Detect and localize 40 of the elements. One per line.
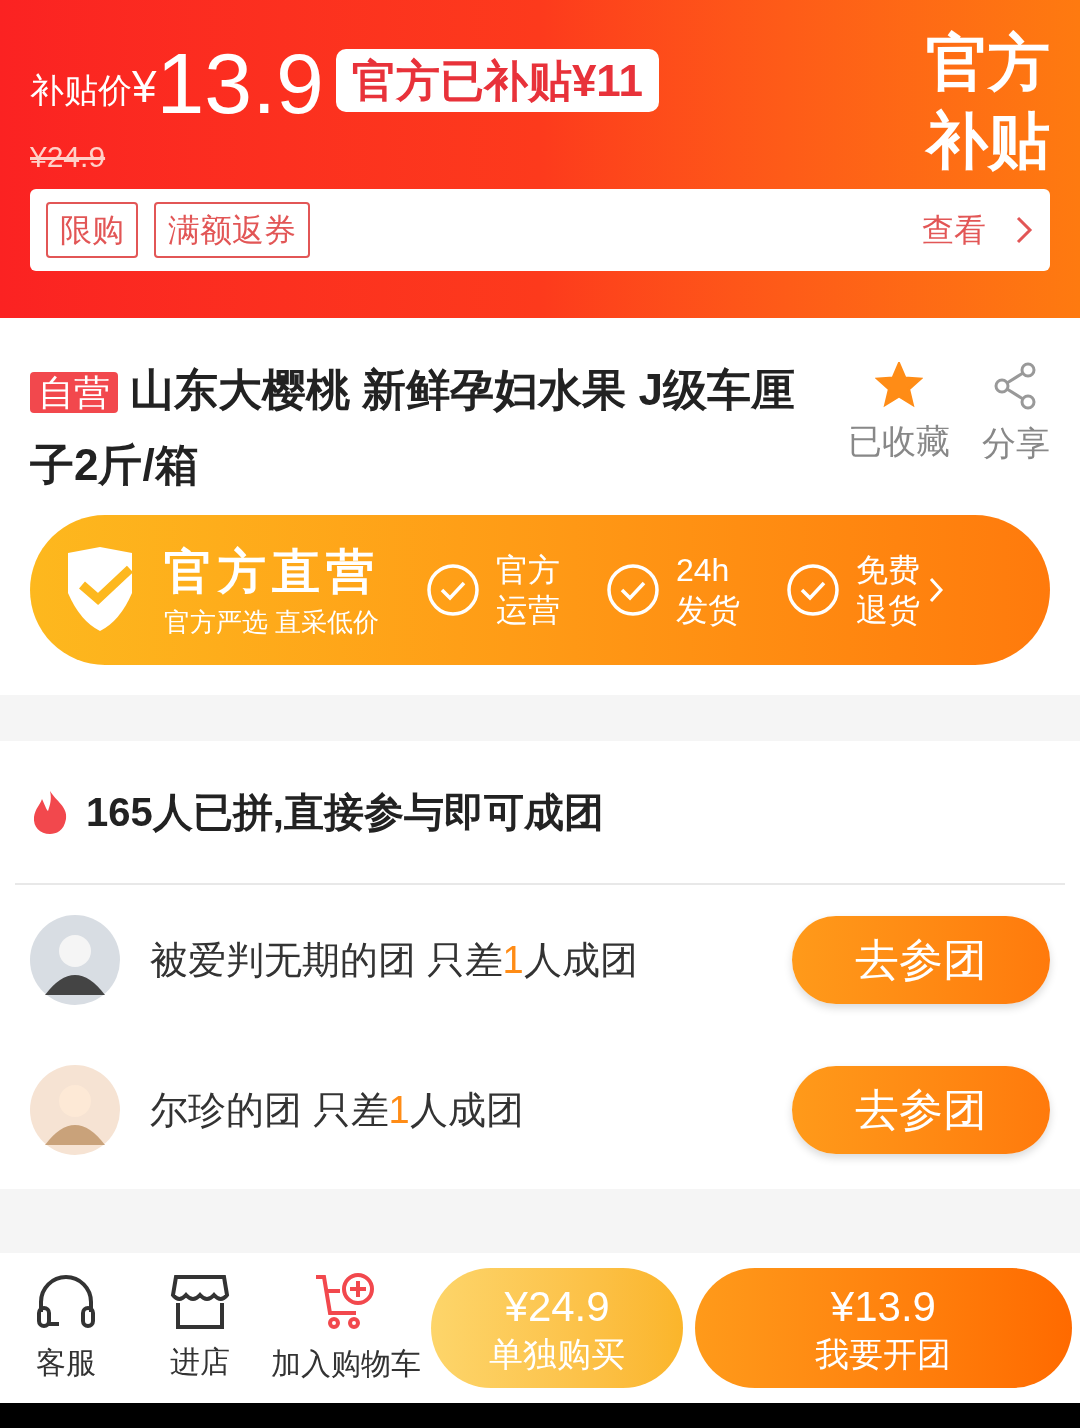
check-circle-icon [426,563,480,617]
join-group-button[interactable]: 去参团 [792,916,1050,1004]
subsidy-amount-badge: 官方已补贴¥11 [335,49,659,112]
store-icon [169,1272,230,1331]
chevron-right-icon [928,576,944,604]
promo-strip[interactable]: 限购 满额返券 查看 [30,189,1050,271]
check-circle-icon [606,563,660,617]
star-icon [875,362,923,408]
guarantee-item-text: 退货 [856,591,920,630]
group-description: 尔珍的团 只差1人成团 [150,1087,525,1133]
promo-tag: 满额返券 [154,202,310,258]
price-label: 补贴价 [30,70,132,111]
guarantee-item-text: 发货 [676,591,740,630]
start-group-button[interactable]: ¥13.9 我要开团 [694,1268,1072,1388]
self-operated-tag: 自营 [30,372,118,413]
guarantee-title: 官方直营 [164,543,380,600]
bottom-action[interactable]: 加入购物车 [267,1270,424,1386]
product-title: 自营 山东大樱桃 新鲜孕妇水果 J级车厘子2斤/箱 [30,364,796,491]
bottom-action[interactable]: 进店 [163,1272,236,1384]
check-circle-icon [786,563,840,617]
original-price: ¥24.9 [30,139,107,175]
share-button[interactable]: 分享 [982,362,1050,515]
guarantee-item-text: 运营 [496,591,560,630]
official-guarantee-bar[interactable]: 官方直营 官方严选 直采低价 官方 运营 24h 发货 免费 退货 [30,515,1050,665]
guarantee-item-text: 免费 [856,551,920,590]
bottom-action[interactable]: 客服 [30,1271,102,1385]
official-subsidy-title: 官方 [926,27,1050,99]
guarantee-item-text: 官方 [496,551,560,590]
official-subsidy-title: 补贴 [926,104,1050,177]
favorite-button[interactable]: 已收藏 [848,362,950,515]
guarantee-item-text: 24h [676,551,731,590]
group-description: 被爱判无期的团 只差1人成团 [150,937,639,983]
chevron-right-icon [1014,215,1034,245]
subsidy-price: 13.9 [156,40,324,126]
view-link[interactable]: 查看 [922,206,986,254]
guarantee-subtitle: 官方严选 直采低价 [164,605,380,639]
group-headline: 165人已拼,直接参与即可成团 [86,789,604,836]
promo-tag: 限购 [46,202,138,258]
currency-symbol: ¥ [132,61,157,113]
join-group-button[interactable]: 去参团 [792,1066,1050,1154]
